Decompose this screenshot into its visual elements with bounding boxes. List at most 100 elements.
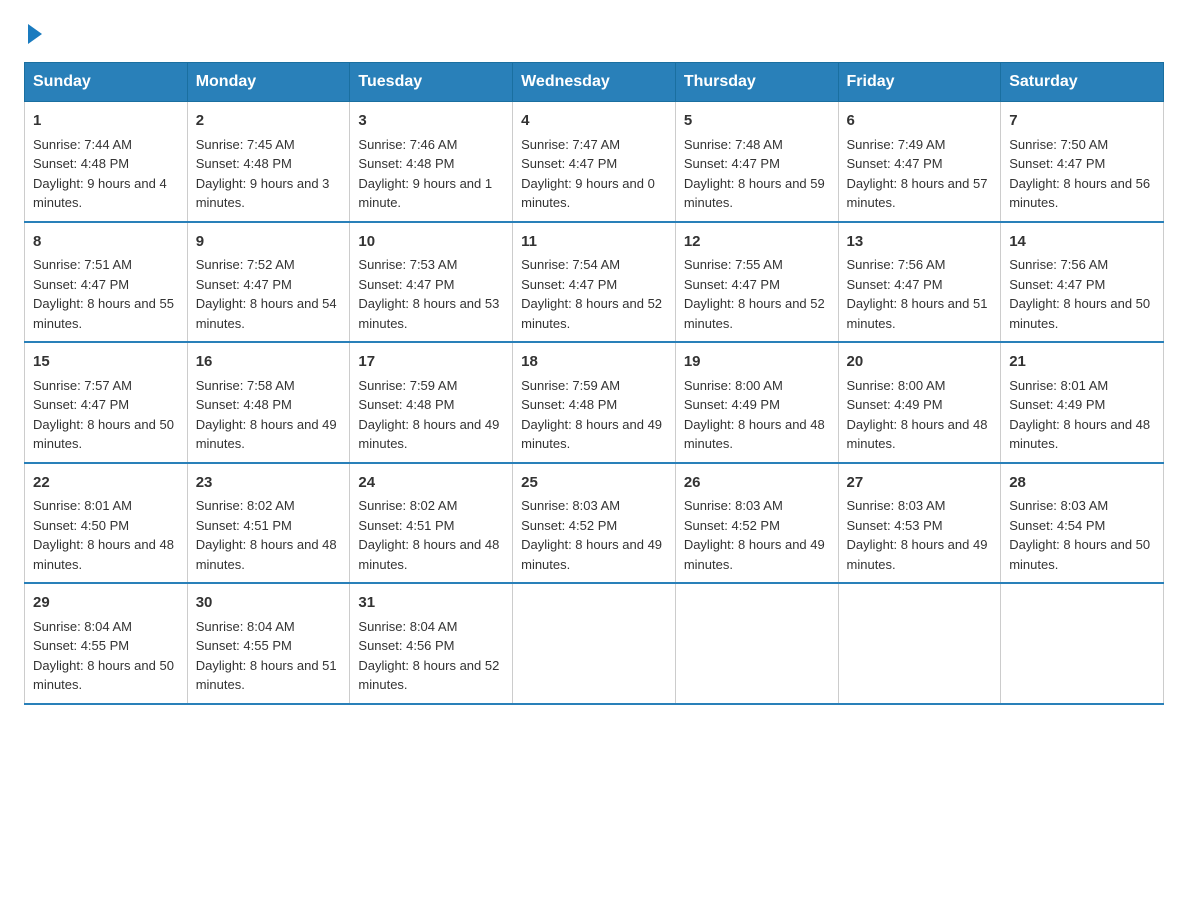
calendar-cell: 30 Sunrise: 8:04 AM Sunset: 4:55 PM Dayl… [187,583,350,704]
sunset-text: Sunset: 4:48 PM [521,397,617,412]
daylight-text: Daylight: 8 hours and 48 minutes. [358,537,499,572]
day-number: 31 [358,592,504,615]
sunset-text: Sunset: 4:47 PM [521,156,617,171]
week-row-3: 15 Sunrise: 7:57 AM Sunset: 4:47 PM Dayl… [25,342,1164,463]
sunrise-text: Sunrise: 8:01 AM [33,498,132,513]
day-number: 22 [33,472,179,495]
sunrise-text: Sunrise: 7:44 AM [33,137,132,152]
sunrise-text: Sunrise: 8:00 AM [684,378,783,393]
header-tuesday: Tuesday [350,63,513,102]
calendar-cell [1001,583,1164,704]
calendar-cell: 27 Sunrise: 8:03 AM Sunset: 4:53 PM Dayl… [838,463,1001,584]
calendar-cell: 5 Sunrise: 7:48 AM Sunset: 4:47 PM Dayli… [675,102,838,222]
sunrise-text: Sunrise: 8:04 AM [196,619,295,634]
header-sunday: Sunday [25,63,188,102]
daylight-text: Daylight: 8 hours and 59 minutes. [684,176,825,211]
calendar-cell: 15 Sunrise: 7:57 AM Sunset: 4:47 PM Dayl… [25,342,188,463]
sunrise-text: Sunrise: 7:59 AM [521,378,620,393]
calendar-cell: 20 Sunrise: 8:00 AM Sunset: 4:49 PM Dayl… [838,342,1001,463]
sunrise-text: Sunrise: 8:01 AM [1009,378,1108,393]
sunrise-text: Sunrise: 7:45 AM [196,137,295,152]
sunset-text: Sunset: 4:47 PM [358,277,454,292]
sunrise-text: Sunrise: 7:59 AM [358,378,457,393]
day-number: 7 [1009,110,1155,133]
sunset-text: Sunset: 4:47 PM [684,277,780,292]
day-number: 11 [521,231,667,254]
daylight-text: Daylight: 8 hours and 49 minutes. [684,537,825,572]
daylight-text: Daylight: 8 hours and 48 minutes. [196,537,337,572]
calendar-cell: 21 Sunrise: 8:01 AM Sunset: 4:49 PM Dayl… [1001,342,1164,463]
sunset-text: Sunset: 4:48 PM [358,397,454,412]
sunrise-text: Sunrise: 8:03 AM [847,498,946,513]
sunrise-text: Sunrise: 7:49 AM [847,137,946,152]
daylight-text: Daylight: 8 hours and 49 minutes. [847,537,988,572]
daylight-text: Daylight: 9 hours and 0 minutes. [521,176,655,211]
sunrise-text: Sunrise: 7:46 AM [358,137,457,152]
sunset-text: Sunset: 4:47 PM [684,156,780,171]
header-saturday: Saturday [1001,63,1164,102]
calendar-table: SundayMondayTuesdayWednesdayThursdayFrid… [24,62,1164,705]
daylight-text: Daylight: 8 hours and 57 minutes. [847,176,988,211]
sunrise-text: Sunrise: 8:04 AM [33,619,132,634]
sunset-text: Sunset: 4:56 PM [358,638,454,653]
daylight-text: Daylight: 8 hours and 52 minutes. [358,658,499,693]
day-number: 17 [358,351,504,374]
header-monday: Monday [187,63,350,102]
calendar-cell: 17 Sunrise: 7:59 AM Sunset: 4:48 PM Dayl… [350,342,513,463]
page-header [24,24,1164,46]
day-number: 28 [1009,472,1155,495]
week-row-5: 29 Sunrise: 8:04 AM Sunset: 4:55 PM Dayl… [25,583,1164,704]
day-number: 10 [358,231,504,254]
sunrise-text: Sunrise: 7:55 AM [684,257,783,272]
day-number: 25 [521,472,667,495]
calendar-cell: 25 Sunrise: 8:03 AM Sunset: 4:52 PM Dayl… [513,463,676,584]
sunset-text: Sunset: 4:53 PM [847,518,943,533]
daylight-text: Daylight: 8 hours and 50 minutes. [33,658,174,693]
daylight-text: Daylight: 8 hours and 48 minutes. [847,417,988,452]
daylight-text: Daylight: 8 hours and 53 minutes. [358,296,499,331]
sunset-text: Sunset: 4:48 PM [196,397,292,412]
day-number: 14 [1009,231,1155,254]
sunrise-text: Sunrise: 7:50 AM [1009,137,1108,152]
sunrise-text: Sunrise: 7:51 AM [33,257,132,272]
sunrise-text: Sunrise: 7:54 AM [521,257,620,272]
sunset-text: Sunset: 4:47 PM [847,277,943,292]
calendar-cell: 18 Sunrise: 7:59 AM Sunset: 4:48 PM Dayl… [513,342,676,463]
day-number: 2 [196,110,342,133]
sunset-text: Sunset: 4:48 PM [196,156,292,171]
sunset-text: Sunset: 4:49 PM [847,397,943,412]
calendar-cell: 19 Sunrise: 8:00 AM Sunset: 4:49 PM Dayl… [675,342,838,463]
day-number: 24 [358,472,504,495]
calendar-cell: 28 Sunrise: 8:03 AM Sunset: 4:54 PM Dayl… [1001,463,1164,584]
sunrise-text: Sunrise: 8:02 AM [196,498,295,513]
daylight-text: Daylight: 8 hours and 55 minutes. [33,296,174,331]
sunset-text: Sunset: 4:49 PM [684,397,780,412]
calendar-cell [838,583,1001,704]
calendar-cell [675,583,838,704]
sunrise-text: Sunrise: 8:03 AM [1009,498,1108,513]
logo-blue-text [24,24,42,46]
calendar-cell: 14 Sunrise: 7:56 AM Sunset: 4:47 PM Dayl… [1001,222,1164,343]
calendar-cell: 3 Sunrise: 7:46 AM Sunset: 4:48 PM Dayli… [350,102,513,222]
calendar-cell: 4 Sunrise: 7:47 AM Sunset: 4:47 PM Dayli… [513,102,676,222]
daylight-text: Daylight: 8 hours and 50 minutes. [33,417,174,452]
sunrise-text: Sunrise: 8:03 AM [684,498,783,513]
day-number: 20 [847,351,993,374]
sunrise-text: Sunrise: 7:53 AM [358,257,457,272]
daylight-text: Daylight: 8 hours and 54 minutes. [196,296,337,331]
calendar-cell: 24 Sunrise: 8:02 AM Sunset: 4:51 PM Dayl… [350,463,513,584]
day-number: 3 [358,110,504,133]
sunset-text: Sunset: 4:48 PM [358,156,454,171]
day-number: 16 [196,351,342,374]
header-wednesday: Wednesday [513,63,676,102]
sunset-text: Sunset: 4:52 PM [521,518,617,533]
calendar-cell: 13 Sunrise: 7:56 AM Sunset: 4:47 PM Dayl… [838,222,1001,343]
calendar-cell: 11 Sunrise: 7:54 AM Sunset: 4:47 PM Dayl… [513,222,676,343]
daylight-text: Daylight: 8 hours and 50 minutes. [1009,296,1150,331]
calendar-cell: 8 Sunrise: 7:51 AM Sunset: 4:47 PM Dayli… [25,222,188,343]
sunset-text: Sunset: 4:51 PM [358,518,454,533]
sunset-text: Sunset: 4:48 PM [33,156,129,171]
daylight-text: Daylight: 8 hours and 51 minutes. [196,658,337,693]
sunrise-text: Sunrise: 8:00 AM [847,378,946,393]
calendar-cell: 31 Sunrise: 8:04 AM Sunset: 4:56 PM Dayl… [350,583,513,704]
